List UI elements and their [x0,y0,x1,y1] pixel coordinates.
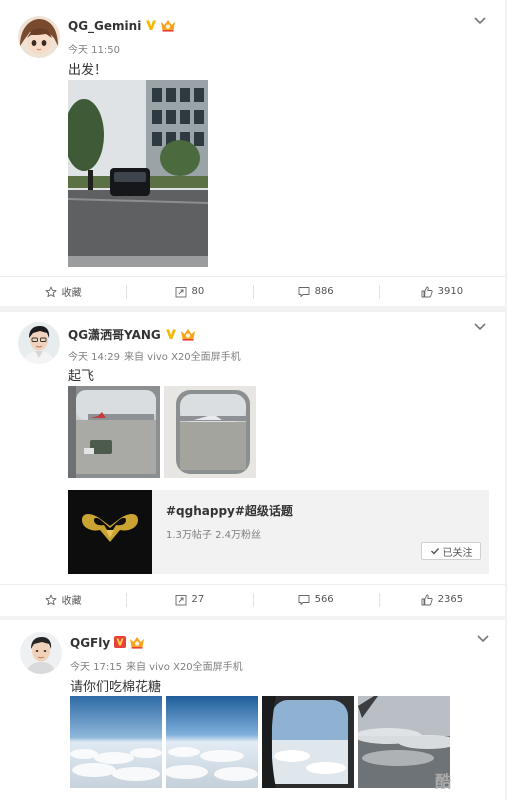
topic-title[interactable]: #qghappy#超级话题 [166,502,293,519]
super-topic-card[interactable]: #qghappy#超级话题 1.3万帖子 2.4万粉丝 已关注 [68,490,489,574]
post-photo[interactable] [70,696,162,788]
comment-icon [298,594,310,606]
avatar[interactable] [18,16,60,58]
post-card: QGFly 今天 17:15 来自 vivo X20全面屏手机 请你们吃棉花糖 [0,620,505,800]
post-card: QG_Gemini 今天 11:50 出发！ 收藏 80 886 3910 [0,0,505,306]
verified-badge-icon [165,328,177,340]
topic-stats: 1.3万帖子 2.4万粉丝 [166,530,261,541]
username-text[interactable]: QG潇洒哥YANG [68,328,161,342]
repost-button[interactable]: 80 [126,277,252,306]
post-time[interactable]: 今天 17:15 [70,662,122,673]
verified-badge-icon [114,636,126,648]
favorite-button[interactable]: 收藏 [0,585,126,614]
post-meta: 今天 11:50 [68,41,120,56]
verified-badge-icon [145,19,157,31]
post-card: QG潇洒哥YANG 今天 14:29 来自 vivo X20全面屏手机 起飞 #… [0,312,505,616]
avatar[interactable] [20,632,62,674]
post-meta: 今天 14:29 来自 vivo X20全面屏手机 [68,348,241,363]
post-text: 起飞 [68,369,95,384]
post-photo[interactable] [262,696,354,788]
username-text[interactable]: QGFly [70,636,110,650]
chevron-down-icon[interactable] [473,322,487,332]
crown-badge-icon [180,328,196,341]
following-label: 已关注 [442,547,473,559]
following-button[interactable]: 已关注 [421,542,481,560]
post-source: 来自 vivo X20全面屏手机 [124,352,241,363]
post-photo[interactable] [68,386,160,478]
like-count: 3910 [437,286,464,297]
post-time[interactable]: 今天 11:50 [68,45,120,56]
comment-icon [298,286,310,298]
post-text: 出发！ [68,63,108,78]
post-username[interactable]: QG_Gemini [68,19,176,33]
crown-badge-icon [160,19,176,32]
repost-icon [175,286,187,298]
avatar[interactable] [18,322,60,364]
like-button[interactable]: 3910 [378,277,505,306]
star-icon [45,594,57,606]
comment-button[interactable]: 566 [252,585,379,614]
post-actions: 收藏 27 566 2365 [0,584,505,614]
post-username[interactable]: QGFly [70,636,145,650]
comment-count: 566 [314,594,334,605]
comment-button[interactable]: 886 [252,277,379,306]
post-text: 请你们吃棉花糖 [70,680,162,695]
repost-icon [175,594,187,606]
like-count: 2365 [437,594,464,605]
repost-count: 80 [191,286,205,297]
crown-badge-icon [129,636,145,649]
favorite-button[interactable]: 收藏 [0,277,126,306]
topic-logo [68,490,152,574]
post-username[interactable]: QG潇洒哥YANG [68,326,196,343]
favorite-label: 收藏 [61,596,82,607]
thumbs-up-icon [421,286,433,298]
post-source: 来自 vivo X20全面屏手机 [126,662,243,673]
username-text[interactable]: QG_Gemini [68,19,141,33]
post-photo[interactable] [166,696,258,788]
repost-count: 27 [191,594,205,605]
post-meta: 今天 17:15 来自 vivo X20全面屏手机 [70,658,243,673]
like-button[interactable]: 2365 [378,585,505,614]
post-photo[interactable] [68,80,208,267]
watermark: 酷 [435,772,452,791]
favorite-label: 收藏 [61,288,82,299]
post-actions: 收藏 80 886 3910 [0,276,505,306]
repost-button[interactable]: 27 [126,585,252,614]
thumbs-up-icon [421,594,433,606]
check-icon [430,546,440,556]
chevron-down-icon[interactable] [476,634,490,644]
star-icon [45,286,57,298]
post-time[interactable]: 今天 14:29 [68,352,120,363]
post-photo[interactable] [164,386,256,478]
comment-count: 886 [314,286,334,297]
chevron-down-icon[interactable] [473,16,487,26]
